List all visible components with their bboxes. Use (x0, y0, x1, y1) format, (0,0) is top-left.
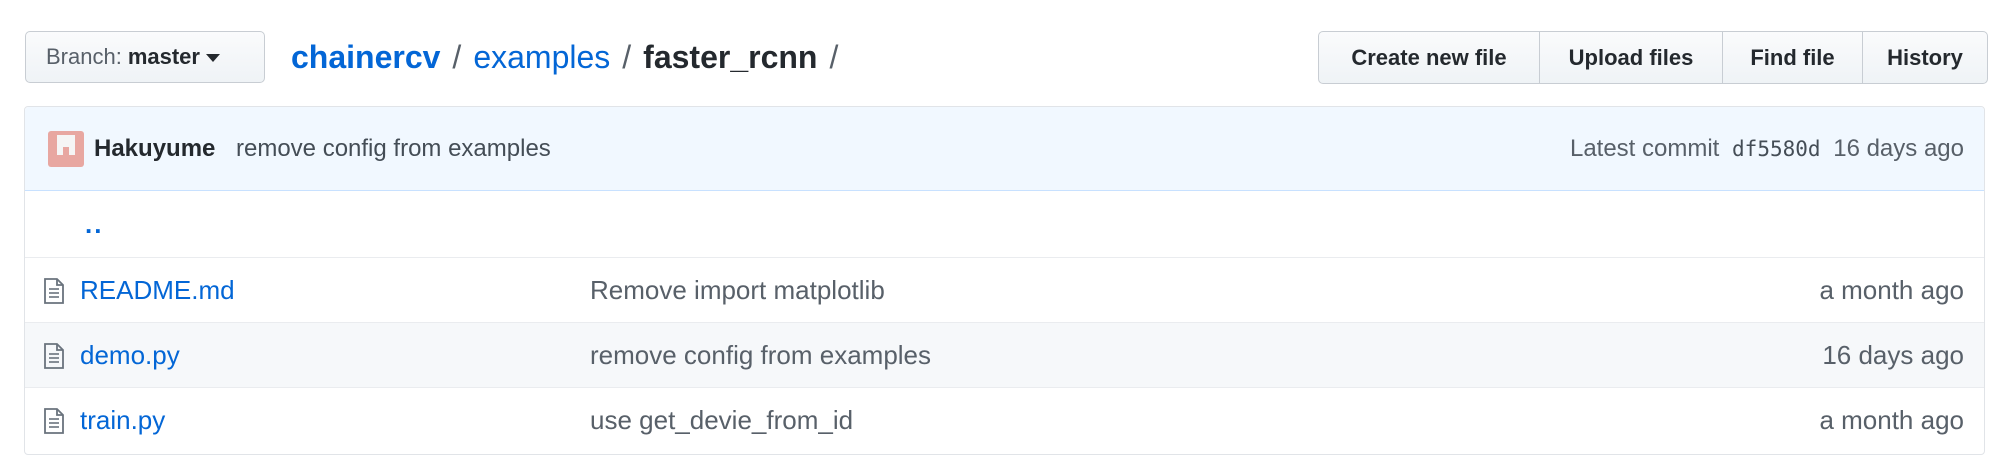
breadcrumb-examples-link[interactable]: examples (473, 39, 610, 76)
file-name-link[interactable]: README.md (80, 275, 235, 306)
find-file-button[interactable]: Find file (1722, 31, 1863, 84)
file-commit-message-link[interactable]: remove config from examples (590, 340, 931, 371)
parent-dir-row: .. (25, 191, 1984, 257)
breadcrumb: chainercv / examples / faster_rcnn / (291, 35, 850, 79)
commit-message-link[interactable]: remove config from examples (236, 135, 551, 163)
breadcrumb-separator: / (622, 38, 632, 75)
upload-files-button[interactable]: Upload files (1539, 31, 1723, 84)
history-button[interactable]: History (1862, 31, 1988, 84)
file-age: 16 days ago (1822, 339, 1964, 370)
latest-commit-bar: Hakuyume remove config from examples Lat… (25, 107, 1984, 191)
file-commit-message-link[interactable]: Remove import matplotlib (590, 275, 885, 306)
commit-age: 16 days ago (1833, 134, 1964, 162)
commit-sha-link[interactable]: df5580d (1732, 137, 1821, 161)
branch-select-button[interactable]: Branch: master (25, 31, 265, 83)
avatar[interactable] (48, 131, 84, 167)
branch-name: master (127, 44, 200, 69)
table-row: demo.py remove config from examples 16 d… (25, 322, 1984, 387)
table-row: train.py use get_devie_from_id a month a… (25, 387, 1984, 452)
file-table: Hakuyume remove config from examples Lat… (24, 106, 1985, 455)
repo-file-browser: Branch: master chainercv / examples / fa… (0, 0, 2000, 466)
latest-commit-meta: Latest commit df5580d 16 days ago (1570, 135, 1964, 163)
breadcrumb-repo-link[interactable]: chainercv (291, 39, 440, 76)
table-row: README.md Remove import matplotlib a mon… (25, 257, 1984, 322)
file-icon (44, 408, 64, 434)
create-new-file-button[interactable]: Create new file (1318, 31, 1540, 84)
latest-commit-label: Latest commit (1569, 134, 1720, 162)
file-actions-group: Create new file Upload files Find file H… (1318, 31, 1988, 84)
file-name-link[interactable]: demo.py (80, 340, 180, 371)
breadcrumb-separator: / (452, 38, 462, 75)
branch-prefix-label: Branch: (46, 44, 122, 69)
file-name-link[interactable]: train.py (80, 405, 165, 436)
parent-dir-link[interactable]: .. (85, 209, 103, 240)
commit-author-link[interactable]: Hakuyume (94, 135, 215, 163)
file-commit-message-link[interactable]: use get_devie_from_id (590, 405, 853, 436)
caret-down-icon (205, 54, 220, 62)
file-icon (44, 278, 64, 304)
breadcrumb-current-dir: faster_rcnn (643, 38, 818, 75)
file-age: a month ago (1819, 404, 1964, 435)
breadcrumb-separator: / (829, 38, 839, 75)
file-age: a month ago (1819, 274, 1964, 305)
file-icon (44, 343, 64, 369)
